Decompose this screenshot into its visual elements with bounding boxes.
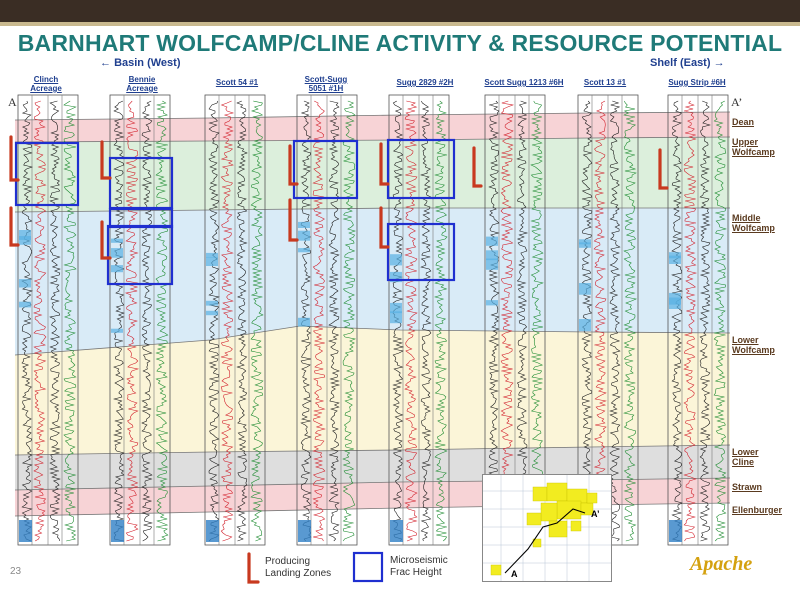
map-label-a: A — [511, 569, 518, 579]
cross-section — [9, 94, 731, 584]
well-log-shading — [486, 236, 498, 246]
well-log-shading — [298, 221, 310, 228]
microseismic-legend-icon — [352, 551, 384, 583]
well-log-shading — [111, 328, 123, 333]
well-log-shading — [298, 317, 310, 327]
map-label-a-prime: A’ — [591, 509, 600, 519]
well-log-shading — [579, 319, 591, 331]
well-log-shading — [486, 258, 498, 270]
location-map: A A’ — [482, 474, 612, 582]
well-log-shading — [111, 238, 123, 243]
well-log-shading — [669, 292, 681, 305]
page-number: 23 — [10, 566, 22, 577]
well-log-base-fill — [19, 520, 32, 542]
well-log-shading — [19, 301, 31, 308]
well-log-base-fill — [111, 520, 124, 542]
well-log-shading — [298, 230, 310, 241]
zone-label-middle-wolfcamp: Middle Wolfcamp — [732, 213, 775, 233]
zone-label-lower-wolfcamp: Lower Wolfcamp — [732, 335, 775, 355]
legend-microseismic-label: Microseismic Frac Height — [390, 555, 448, 578]
zone-label-ellenburger: Ellenburger — [732, 505, 783, 515]
well-log-shading — [486, 250, 498, 261]
well-log-shading — [206, 252, 218, 258]
well-log-base-fill — [298, 520, 311, 542]
well-log-shading — [206, 310, 218, 316]
well-log-shading — [486, 300, 498, 306]
well-log-shading — [206, 300, 218, 306]
legend-producing-label: Producing Landing Zones — [265, 556, 332, 579]
well-log-shading — [111, 248, 123, 258]
zone-label-lower-cline: Lower Cline — [732, 447, 759, 467]
zone-label-strawn: Strawn — [732, 482, 763, 492]
well-log-base-fill — [206, 520, 219, 542]
well-log-shading — [579, 283, 591, 295]
well-log-shading — [111, 265, 123, 273]
well-log-shading — [19, 279, 31, 288]
well-log-base-fill — [669, 520, 682, 542]
well-log-base-fill — [390, 520, 403, 542]
well-log-shading — [206, 257, 218, 266]
well-log-shading — [298, 248, 310, 253]
apache-logo: Apache — [690, 553, 753, 575]
location-map-graphic — [483, 475, 611, 581]
map-acreage — [490, 482, 598, 576]
well-log-shading — [390, 311, 402, 324]
zone-label-upper-wolfcamp: Upper Wolfcamp — [732, 137, 775, 157]
well-log-shading — [669, 252, 681, 259]
producing-legend-icon — [247, 552, 260, 584]
well-log-shading — [19, 236, 31, 245]
zone-label-dean: Dean — [732, 117, 755, 127]
well-log-shading — [579, 242, 591, 248]
well-log-shading — [390, 254, 402, 266]
